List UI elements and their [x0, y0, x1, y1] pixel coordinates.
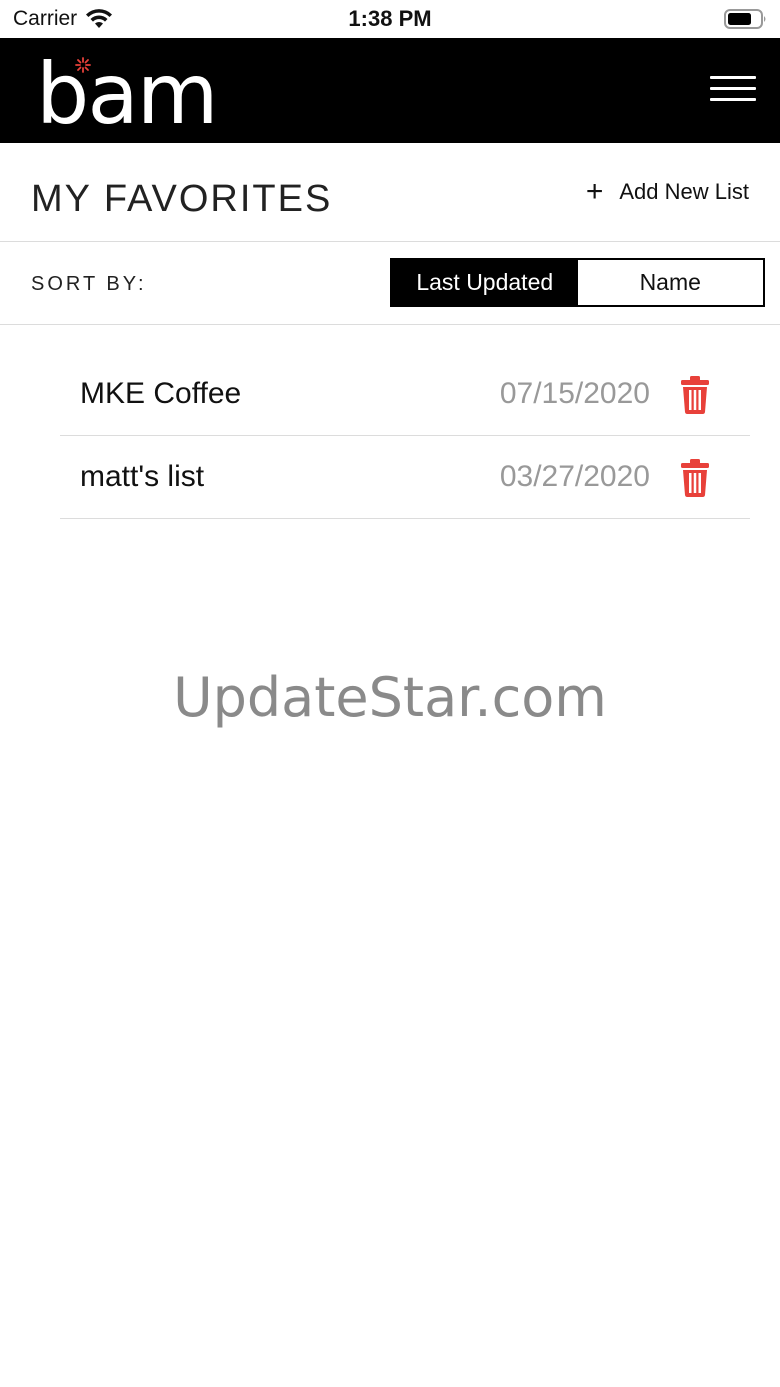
favorites-list: MKE Coffee 07/15/2020 matt's list 03/27/…: [60, 353, 750, 519]
battery-icon: [724, 9, 766, 29]
sort-label: SORT BY:: [31, 273, 147, 295]
watermark: UpdateStar.com: [173, 666, 607, 729]
app-header: bam: [0, 38, 780, 143]
list-name: matt's list: [80, 460, 205, 493]
list-date: 07/15/2020: [499, 377, 650, 410]
list-date: 03/27/2020: [499, 460, 650, 493]
list-item[interactable]: MKE Coffee 07/15/2020: [60, 353, 750, 436]
trash-icon[interactable]: [680, 375, 710, 415]
status-bar: Carrier 1:38 PM: [0, 0, 780, 38]
bam-logo[interactable]: bam: [36, 45, 228, 143]
list-item[interactable]: matt's list 03/27/2020: [60, 436, 750, 519]
plus-icon: +: [585, 175, 604, 208]
title-row: MY FAVORITES + Add New List: [0, 143, 780, 242]
sort-toggle: Last Updated Name: [390, 258, 765, 307]
add-new-list-label: Add New List: [619, 179, 749, 204]
clock: 1:38 PM: [348, 6, 432, 31]
sort-row: SORT BY: Last Updated Name: [0, 242, 780, 325]
trash-icon[interactable]: [680, 458, 710, 498]
sort-option-last-updated[interactable]: Last Updated: [392, 260, 578, 305]
add-new-list-button[interactable]: + Add New List: [585, 175, 749, 208]
hamburger-menu-icon[interactable]: [710, 76, 756, 108]
page-title: MY FAVORITES: [31, 178, 333, 220]
sort-option-name[interactable]: Name: [577, 260, 763, 305]
logo-wordmark: bam: [36, 45, 219, 143]
list-name: MKE Coffee: [80, 377, 242, 410]
